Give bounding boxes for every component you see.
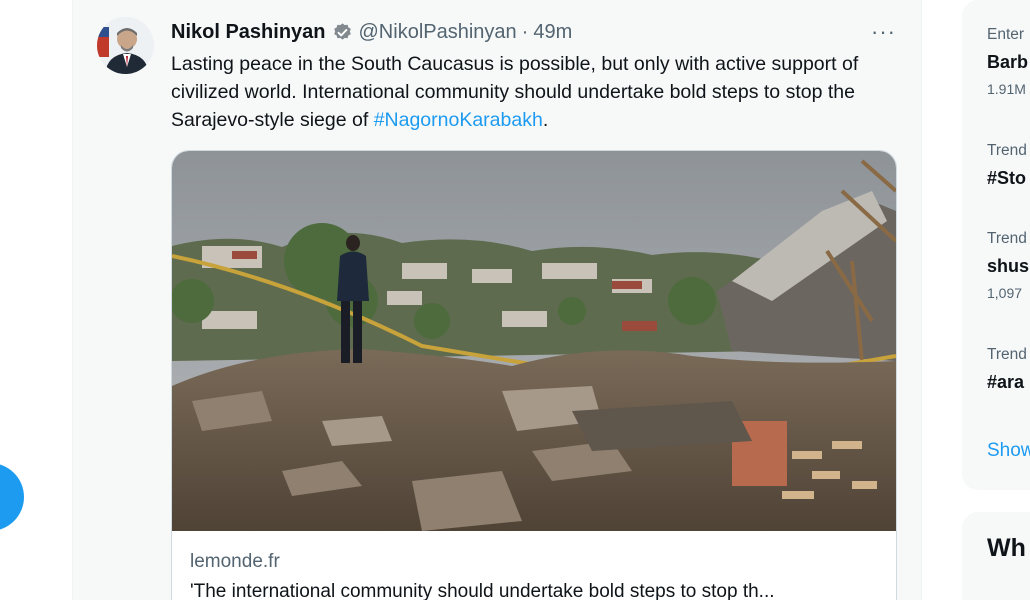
compose-tweet-button[interactable] [0, 463, 24, 531]
left-navigation [0, 0, 72, 600]
hashtag-link[interactable]: #NagornoKarabakh [374, 109, 543, 131]
trend-item[interactable]: Enter Barb 1.91M [987, 26, 1028, 97]
trend-context: Trend [987, 346, 1027, 363]
show-more-link[interactable]: Show [987, 440, 1030, 462]
trend-context: Trend [987, 142, 1027, 159]
timeline: Nikol Pashinyan @NikolPashinyan · 49m ··… [72, 0, 922, 600]
avatar-image [97, 17, 154, 74]
trend-item[interactable]: Trend #Sto [987, 142, 1027, 189]
tweet-text-end: . [542, 109, 549, 131]
card-title[interactable]: 'The international community should unde… [190, 581, 880, 600]
verified-badge-icon[interactable] [332, 22, 353, 43]
card-image[interactable] [172, 151, 896, 531]
avatar[interactable] [97, 17, 154, 74]
tweet-text: Lasting peace in the South Caucasus is p… [171, 50, 901, 134]
trend-name: #Sto [987, 168, 1027, 188]
author-name[interactable]: Nikol Pashinyan [171, 21, 326, 44]
card-domain[interactable]: lemonde.fr [190, 551, 280, 573]
tweet-timestamp[interactable]: 49m [533, 21, 572, 44]
link-card[interactable]: lemonde.fr 'The international community … [171, 150, 897, 600]
trend-name: #ara [987, 372, 1025, 392]
trend-item[interactable]: Trend shus 1,097 [987, 230, 1029, 301]
tweet[interactable]: Nikol Pashinyan @NikolPashinyan · 49m ··… [73, 0, 921, 600]
right-sidebar: Enter Barb 1.91M Trend #Sto Trend shus 1… [962, 0, 1030, 600]
author-handle[interactable]: @NikolPashinyan [359, 21, 517, 44]
trend-name: Barb [987, 52, 1029, 72]
trend-context: Trend [987, 230, 1027, 247]
trend-count: 1.91M [987, 81, 1026, 97]
whats-happening-title: Wh [987, 534, 1026, 562]
trend-item[interactable]: Trend #ara [987, 346, 1027, 393]
trend-context: Enter [987, 26, 1025, 43]
more-options-icon[interactable]: ··· [871, 18, 896, 46]
trend-name: shus [987, 256, 1030, 276]
rubble-photo [172, 151, 896, 531]
tweet-header: Nikol Pashinyan @NikolPashinyan · 49m [171, 18, 572, 46]
trend-count: 1,097 [987, 285, 1023, 301]
separator: · [521, 20, 529, 43]
